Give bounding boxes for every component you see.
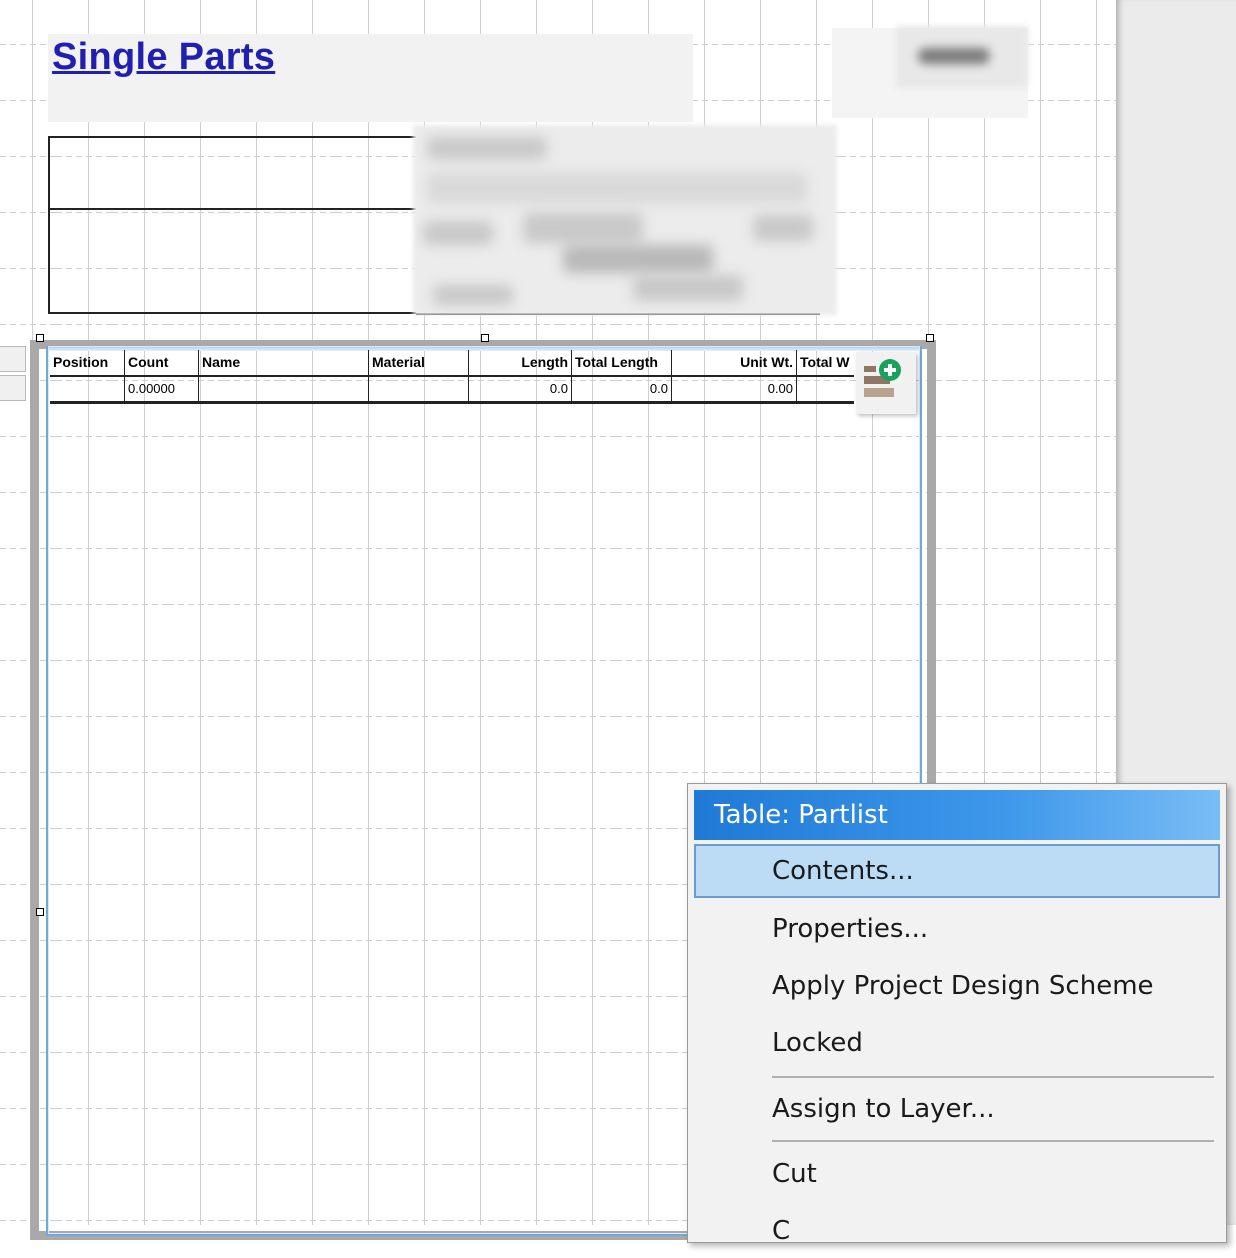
column-header[interactable]: Total W bbox=[797, 350, 854, 375]
column-header[interactable]: Position bbox=[50, 350, 125, 375]
table-cell[interactable] bbox=[369, 377, 469, 401]
menu-item-properties[interactable]: Properties... bbox=[694, 902, 1220, 956]
column-header[interactable]: Unit Wt. bbox=[672, 350, 797, 375]
blurred-header-content bbox=[413, 125, 837, 315]
header-frame[interactable] bbox=[48, 136, 416, 314]
resize-handle-top-left[interactable] bbox=[36, 334, 44, 342]
table-header-row: Position Count Name Material Length Tota… bbox=[50, 350, 854, 377]
left-ruler-tabs[interactable] bbox=[0, 346, 26, 401]
column-header[interactable]: Length bbox=[469, 350, 572, 375]
resize-handle-top[interactable] bbox=[481, 334, 489, 342]
menu-item-assign-layer[interactable]: Assign to Layer... bbox=[694, 1082, 1220, 1136]
context-menu-header: Table: Partlist bbox=[694, 790, 1220, 840]
menu-item-contents[interactable]: Contents... bbox=[694, 844, 1220, 898]
column-header[interactable]: Total Length bbox=[572, 350, 672, 375]
add-column-button[interactable] bbox=[856, 352, 916, 414]
context-menu: Table: Partlist Contents... Properties..… bbox=[687, 783, 1227, 1246]
page-title[interactable]: Single Parts bbox=[52, 36, 275, 79]
add-column-icon bbox=[864, 359, 901, 397]
blurred-logo bbox=[896, 26, 1028, 88]
table-cell[interactable]: 0.00000 bbox=[125, 377, 199, 401]
menu-separator bbox=[772, 1140, 1214, 1142]
menu-item-copy[interactable]: C bbox=[694, 1204, 1220, 1258]
column-header[interactable]: Material bbox=[369, 350, 469, 375]
table-cell[interactable] bbox=[50, 377, 125, 401]
menu-item-locked[interactable]: Locked bbox=[694, 1016, 1220, 1070]
partlist-table[interactable]: Position Count Name Material Length Tota… bbox=[50, 350, 854, 404]
table-cell[interactable]: 0.0 bbox=[572, 377, 672, 401]
table-cell[interactable] bbox=[199, 377, 369, 401]
menu-separator bbox=[772, 1076, 1214, 1078]
menu-item-cut[interactable]: Cut bbox=[694, 1147, 1220, 1201]
resize-handle-top-right[interactable] bbox=[926, 334, 934, 342]
table-cell[interactable]: 0.00 bbox=[672, 377, 797, 401]
header-divider bbox=[50, 208, 416, 210]
left-tab[interactable] bbox=[0, 346, 26, 372]
column-header[interactable]: Count bbox=[125, 350, 199, 375]
menu-item-apply-design-scheme[interactable]: Apply Project Design Scheme bbox=[694, 959, 1220, 1013]
left-tab[interactable] bbox=[0, 375, 26, 401]
table-row: 0.00000 0.0 0.0 0.00 bbox=[50, 377, 854, 404]
table-cell[interactable]: 0.0 bbox=[469, 377, 572, 401]
resize-handle-left[interactable] bbox=[36, 908, 44, 916]
column-header[interactable]: Name bbox=[199, 350, 369, 375]
table-cell[interactable] bbox=[797, 377, 854, 401]
